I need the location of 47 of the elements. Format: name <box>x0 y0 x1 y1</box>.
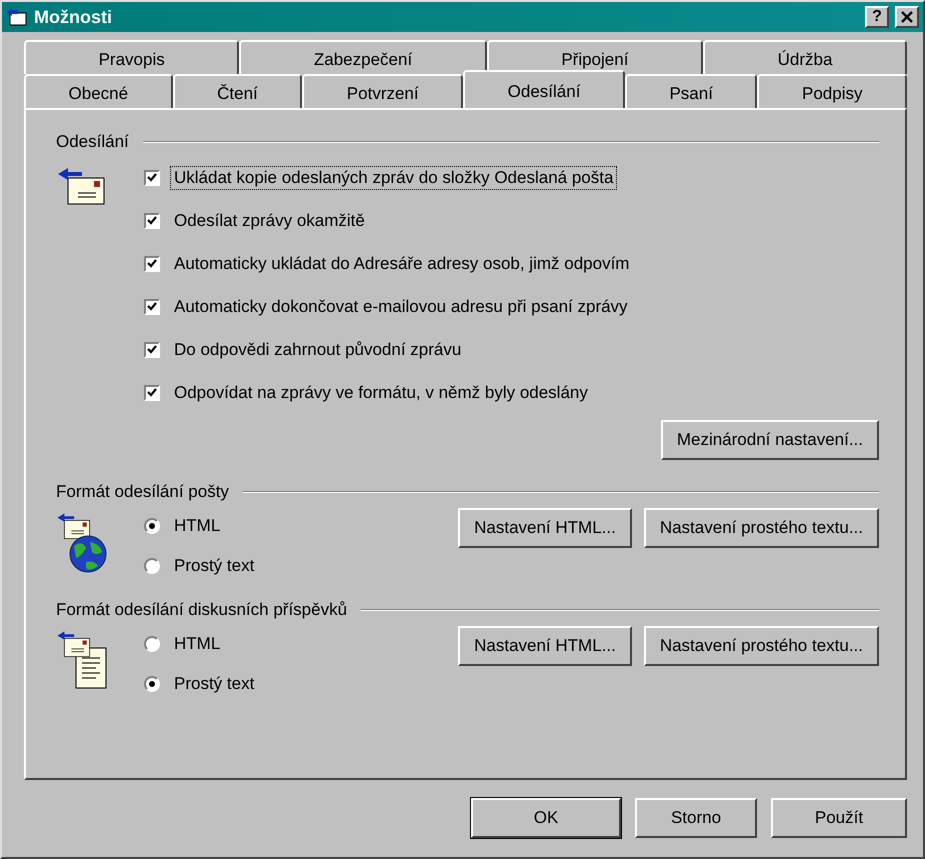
section-title: Formát odesílání diskusních příspěvků <box>56 600 348 620</box>
window-title: Možnosti <box>34 6 113 28</box>
radio-label[interactable]: HTML <box>170 514 224 538</box>
tab[interactable]: Připojení <box>486 40 704 74</box>
help-button[interactable]: ? <box>865 6 889 28</box>
checkbox-label[interactable]: Odesílat zprávy okamžitě <box>170 208 369 232</box>
checkbox[interactable] <box>144 212 160 228</box>
radio-label[interactable]: Prostý text <box>170 554 258 578</box>
section-title: Odesílání <box>56 132 129 152</box>
tab[interactable]: Potvrzení <box>302 74 464 108</box>
tab[interactable]: Pravopis <box>24 40 240 74</box>
dialog-button[interactable]: Storno <box>635 798 757 838</box>
tab[interactable]: Zabezpečení <box>239 40 487 74</box>
close-icon <box>901 11 913 23</box>
radio-label[interactable]: Prostý text <box>170 672 258 696</box>
radio-button[interactable] <box>144 558 160 574</box>
dialog-button[interactable]: Použít <box>771 798 907 838</box>
checkbox-label[interactable]: Ukládat kopie odeslaných zpráv do složky Odeslaná pošta <box>170 166 618 190</box>
dialog-button[interactable]: OK <box>471 798 621 838</box>
close-button[interactable] <box>895 6 919 28</box>
checkbox-label[interactable]: Automaticky ukládat do Adresáře adresy osob, jimž odpovím <box>170 252 634 276</box>
radio-label[interactable]: HTML <box>170 632 224 656</box>
checkbox[interactable] <box>144 256 160 272</box>
checkbox[interactable] <box>144 298 160 314</box>
checkbox-label[interactable]: Do odpovědi zahrnout původní zprávu <box>170 338 466 362</box>
radio-button[interactable] <box>144 518 160 534</box>
settings-button[interactable]: Nastavení prostého textu... <box>644 626 879 666</box>
envelope-arrow-icon <box>56 166 106 206</box>
tab[interactable]: Psaní <box>624 74 758 108</box>
checkbox-label[interactable]: Odpovídat na zprávy ve formátu, v němž byly odeslány <box>170 380 592 404</box>
settings-button[interactable]: Nastavení prostého textu... <box>644 508 879 548</box>
tab[interactable]: Obecné <box>24 74 173 108</box>
settings-button[interactable]: Nastavení HTML... <box>458 626 632 666</box>
radio-button[interactable] <box>144 636 160 652</box>
checkbox[interactable] <box>144 342 160 358</box>
section-title: Formát odesílání pošty <box>56 482 229 502</box>
tab[interactable]: Odesílání <box>463 70 625 108</box>
settings-button[interactable]: Mezinárodní nastavení... <box>660 420 879 460</box>
checkbox[interactable] <box>144 170 160 186</box>
envelope-app-icon <box>6 7 28 27</box>
settings-button[interactable]: Nastavení HTML... <box>458 508 632 548</box>
checkbox[interactable] <box>144 384 160 400</box>
checkbox-label[interactable]: Automaticky dokončovat e-mailovou adresu při psaní zprávy <box>170 294 632 318</box>
tab[interactable]: Údržba <box>703 40 907 74</box>
radio-button[interactable] <box>144 676 160 692</box>
tab[interactable]: Čtení <box>172 74 302 108</box>
tab[interactable]: Podpisy <box>757 74 908 108</box>
